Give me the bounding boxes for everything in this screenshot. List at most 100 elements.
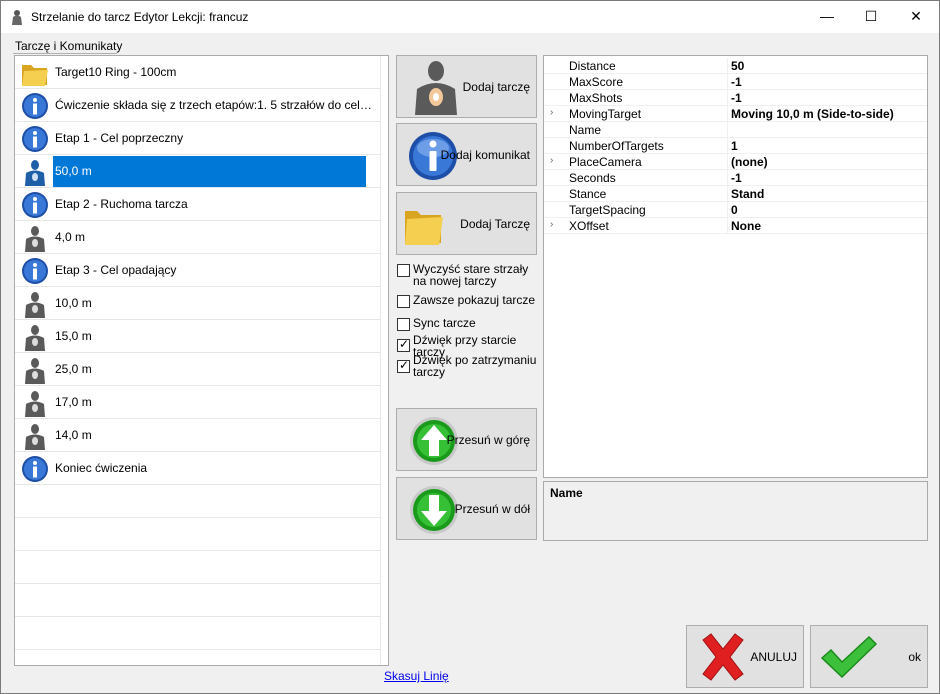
target-icon bbox=[21, 323, 49, 351]
folder-icon bbox=[405, 211, 443, 245]
property-separator bbox=[727, 202, 728, 218]
property-value[interactable]: Moving 10,0 m (Side-to-side) bbox=[731, 107, 894, 121]
property-separator bbox=[727, 122, 728, 138]
list-item-label: Etap 1 - Cel poprzeczny bbox=[55, 131, 184, 145]
target-icon bbox=[21, 224, 49, 252]
sync-targets-label: Sync tarcze bbox=[413, 316, 476, 330]
minimize-button[interactable]: — bbox=[804, 1, 850, 31]
property-row[interactable]: › MovingTarget Moving 10,0 m (Side-to-side… bbox=[544, 106, 927, 122]
list-item[interactable]: Koniec ćwiczenia bbox=[15, 452, 380, 485]
property-separator bbox=[727, 170, 728, 186]
move-down-button[interactable]: Przesuń w dół bbox=[396, 477, 537, 540]
add-targets-button[interactable]: Dodaj Tarczę bbox=[396, 192, 537, 255]
list-item-label: Koniec ćwiczenia bbox=[55, 461, 148, 475]
ok-button[interactable]: ok bbox=[810, 625, 928, 688]
list-item[interactable]: 15,0 m bbox=[15, 320, 380, 353]
property-row[interactable]: Distance 50 bbox=[544, 58, 927, 74]
maximize-icon: ☐ bbox=[864, 7, 878, 24]
minimize-icon: — bbox=[820, 8, 834, 24]
expand-chevron-icon[interactable]: › bbox=[550, 107, 560, 118]
checkbox-box[interactable] bbox=[397, 295, 410, 308]
property-row[interactable]: › PlaceCamera (none) bbox=[544, 154, 927, 170]
list-item-label: 50,0 m bbox=[53, 156, 366, 187]
list-item[interactable]: Target10 Ring - 100cm bbox=[15, 56, 380, 89]
property-grid[interactable]: Distance 50 MaxScore -1 MaxShots -1 › MovingTar… bbox=[543, 55, 928, 478]
list-item-label: 10,0 m bbox=[55, 296, 92, 310]
list-item[interactable]: Etap 1 - Cel poprzeczny bbox=[15, 122, 380, 155]
list-empty-row bbox=[15, 617, 380, 650]
list-empty-row bbox=[15, 551, 380, 584]
items-list[interactable]: Target10 Ring - 100cm Ćwiczenie składa si… bbox=[14, 55, 389, 666]
property-row[interactable]: › XOffset None bbox=[544, 218, 927, 234]
property-value[interactable]: (none) bbox=[731, 155, 768, 169]
sync-targets-checkbox[interactable]: Sync tarcze bbox=[397, 317, 537, 331]
property-value[interactable]: -1 bbox=[731, 171, 742, 185]
property-value[interactable]: None bbox=[731, 219, 761, 233]
property-row[interactable]: MaxScore -1 bbox=[544, 74, 927, 90]
property-row[interactable]: MaxShots -1 bbox=[544, 90, 927, 106]
property-row[interactable]: TargetSpacing 0 bbox=[544, 202, 927, 218]
property-value[interactable]: -1 bbox=[731, 75, 742, 89]
list-item[interactable]: 50,0 m bbox=[15, 155, 380, 188]
property-value[interactable]: 1 bbox=[731, 139, 738, 153]
always-show-targets-checkbox[interactable]: Zawsze pokazuj tarcze bbox=[397, 294, 537, 308]
add-message-label: Dodaj komunikat bbox=[440, 147, 530, 162]
delete-line-link[interactable]: Skasuj Linię bbox=[384, 669, 449, 683]
always-show-targets-label: Zawsze pokazuj tarcze bbox=[413, 293, 536, 307]
target-app-icon bbox=[12, 10, 22, 25]
expand-chevron-icon[interactable]: › bbox=[550, 155, 560, 166]
property-separator bbox=[727, 58, 728, 74]
checkbox-box[interactable] bbox=[397, 318, 410, 331]
property-value[interactable]: -1 bbox=[731, 91, 742, 105]
tab-targets-messages[interactable]: Tarczę i Komunikaty bbox=[15, 39, 122, 53]
tab-underline bbox=[13, 53, 117, 54]
add-target-button[interactable]: Dodaj tarczę bbox=[396, 55, 537, 118]
property-row[interactable]: Stance Stand bbox=[544, 186, 927, 202]
clear-shots-checkbox[interactable]: Wyczyść stare strzały na nowej tarczy bbox=[397, 263, 537, 289]
checkmark-icon: ✓ bbox=[399, 337, 410, 351]
info-icon bbox=[21, 191, 49, 219]
list-item-label: Etap 3 - Cel opadający bbox=[55, 263, 177, 277]
property-value[interactable]: 50 bbox=[731, 59, 744, 73]
property-row[interactable]: Seconds -1 bbox=[544, 170, 927, 186]
property-name: PlaceCamera bbox=[569, 155, 642, 169]
maximize-button[interactable]: ☐ bbox=[848, 1, 894, 31]
add-message-button[interactable]: Dodaj komunikat bbox=[396, 123, 537, 186]
list-item[interactable]: 25,0 m bbox=[15, 353, 380, 386]
list-empty-row bbox=[15, 518, 380, 551]
list-item-label: 17,0 m bbox=[55, 395, 92, 409]
list-item-label: Ćwiczenie składa się z trzech etapów:1. … bbox=[55, 98, 379, 112]
checkbox-box[interactable]: ✓ bbox=[397, 358, 410, 373]
title-bar: Strzelanie do tarcz Edytor Lekcji: franc… bbox=[1, 1, 939, 33]
cancel-button[interactable]: ANULUJ bbox=[686, 625, 804, 688]
list-item[interactable]: Etap 2 - Ruchoma tarcza bbox=[15, 188, 380, 221]
list-item[interactable]: 14,0 m bbox=[15, 419, 380, 452]
list-item-label: 15,0 m bbox=[55, 329, 92, 343]
info-icon bbox=[21, 92, 49, 120]
checkbox-box[interactable] bbox=[397, 264, 410, 277]
move-up-button[interactable]: Przesuń w górę bbox=[396, 408, 537, 471]
property-name: XOffset bbox=[569, 219, 609, 233]
list-item[interactable]: Etap 3 - Cel opadający bbox=[15, 254, 380, 287]
close-icon: ✕ bbox=[910, 7, 922, 24]
target-icon bbox=[21, 389, 49, 417]
arrow-down-icon bbox=[410, 486, 458, 534]
move-up-label: Przesuń w górę bbox=[446, 432, 530, 447]
close-button[interactable]: ✕ bbox=[893, 1, 939, 31]
list-item[interactable]: 17,0 m bbox=[15, 386, 380, 419]
property-row[interactable]: NumberOfTargets 1 bbox=[544, 138, 927, 154]
sound-stop-checkbox[interactable]: ✓ Dźwięk po zatrzymaniu tarczy bbox=[397, 354, 537, 378]
list-item-label: 14,0 m bbox=[55, 428, 92, 442]
property-value[interactable]: 0 bbox=[731, 203, 738, 217]
property-row[interactable]: Name bbox=[544, 122, 927, 138]
expand-chevron-icon[interactable]: › bbox=[550, 219, 560, 230]
list-item-label: Etap 2 - Ruchoma tarcza bbox=[55, 197, 188, 211]
list-item[interactable]: 10,0 m bbox=[15, 287, 380, 320]
property-separator bbox=[727, 186, 728, 202]
checkbox-box[interactable]: ✓ bbox=[397, 337, 410, 352]
list-item[interactable]: 4,0 m bbox=[15, 221, 380, 254]
property-value[interactable]: Stand bbox=[731, 187, 764, 201]
list-item[interactable]: Ćwiczenie składa się z trzech etapów:1. … bbox=[15, 89, 380, 122]
property-name: Distance bbox=[569, 59, 616, 73]
property-separator bbox=[727, 218, 728, 234]
